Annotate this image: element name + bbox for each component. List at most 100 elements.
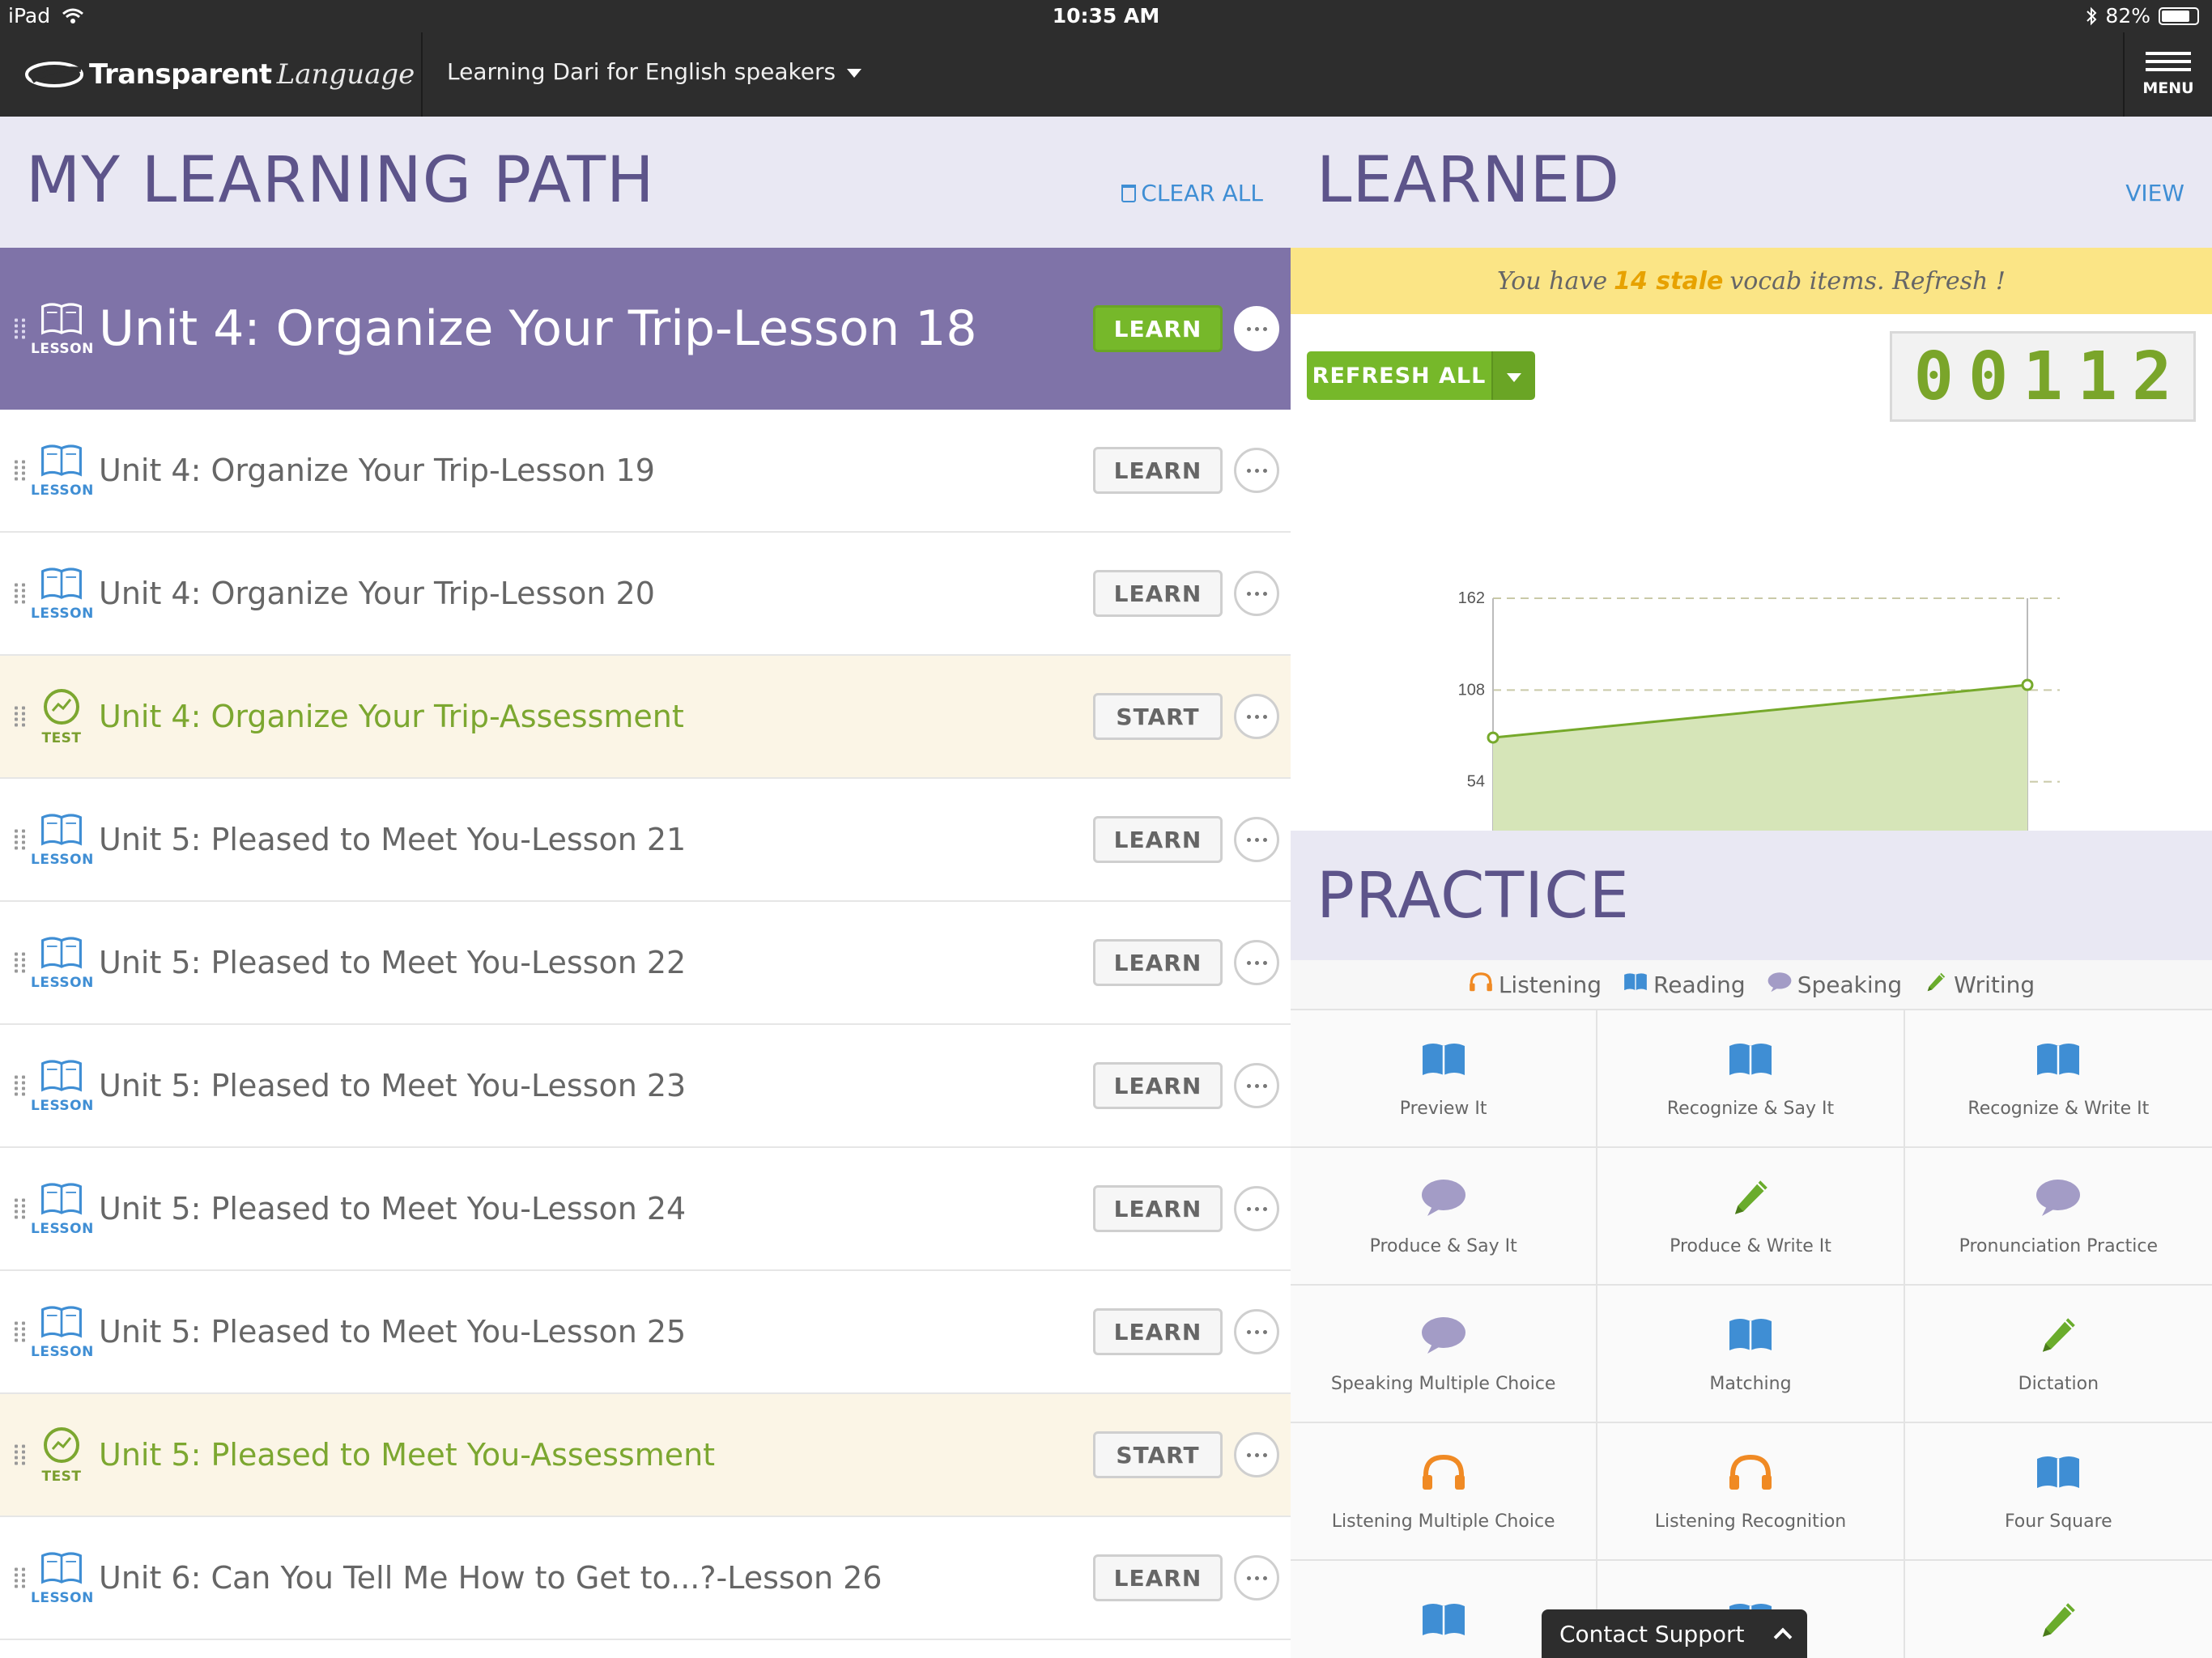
- practice-activity-tile[interactable]: Produce & Say It: [1291, 1148, 1598, 1286]
- item-type-label: LESSON: [31, 1221, 94, 1237]
- learn-button[interactable]: LEARN: [1093, 1185, 1223, 1232]
- learning-path-list: LESSON Unit 4: Organize Your Trip-Lesson …: [0, 248, 1291, 1640]
- more-options-button[interactable]: [1234, 940, 1279, 985]
- pencil-icon: [2034, 1314, 2082, 1359]
- practice-activity-tile[interactable]: Listening Recognition: [1597, 1423, 1905, 1561]
- learn-button[interactable]: LEARN: [1093, 1554, 1223, 1601]
- logo-text-bold: Transparent: [89, 58, 272, 91]
- learn-button[interactable]: LEARN: [1093, 939, 1223, 986]
- drag-handle-icon[interactable]: [15, 460, 26, 481]
- more-options-button[interactable]: [1234, 1186, 1279, 1231]
- practice-activity-tile[interactable]: Matching: [1597, 1286, 1905, 1423]
- transparent-language-logo[interactable]: Transparent Language: [24, 53, 415, 96]
- status-bar: iPad 10:35 AM 82%: [0, 0, 2212, 32]
- practice-activity-tile[interactable]: Pronunciation Practice: [1904, 1148, 2212, 1286]
- refresh-all-button[interactable]: REFRESH ALL: [1307, 351, 1491, 400]
- practice-activity-tile[interactable]: Speaking Multiple Choice: [1291, 1286, 1598, 1423]
- drag-handle-icon[interactable]: [15, 318, 26, 339]
- start-button[interactable]: START: [1093, 693, 1223, 740]
- learn-button[interactable]: LEARN: [1093, 1308, 1223, 1355]
- activity-label: Dictation: [2018, 1373, 2099, 1394]
- item-type-label: LESSON: [31, 606, 94, 622]
- practice-activity-tile[interactable]: Recognize & Write It: [1904, 1010, 2212, 1148]
- contact-support-label: Contact Support: [1559, 1620, 1745, 1647]
- refresh-options-button[interactable]: [1491, 351, 1535, 400]
- stale-banner[interactable]: You have 14 stale vocab items. Refresh !: [1291, 248, 2212, 314]
- activity-label: Pronunciation Practice: [1959, 1235, 2159, 1256]
- practice-activity-tile[interactable]: Dictation: [1904, 1286, 2212, 1423]
- learning-path-item[interactable]: LESSON Unit 6: Can You Tell Me How to Get…: [0, 1517, 1291, 1640]
- clear-all-button[interactable]: CLEAR ALL: [1121, 180, 1263, 206]
- more-options-button[interactable]: [1234, 817, 1279, 862]
- drag-handle-icon[interactable]: [15, 583, 26, 604]
- more-options-button[interactable]: [1234, 1555, 1279, 1601]
- menu-label: MENU: [2142, 79, 2194, 97]
- learning-path-item[interactable]: LESSON Unit 5: Pleased to Meet You-Lesson…: [0, 779, 1291, 902]
- learn-button[interactable]: LEARN: [1093, 447, 1223, 494]
- drag-handle-icon[interactable]: [15, 1198, 26, 1219]
- battery-icon: [2159, 6, 2199, 25]
- pencil-icon: [1726, 1176, 1775, 1222]
- refresh-all-group: REFRESH ALL: [1307, 351, 1535, 400]
- item-type-label: LESSON: [31, 341, 94, 357]
- more-options-button[interactable]: [1234, 1309, 1279, 1354]
- practice-activity-tile[interactable]: Produce & Write It: [1597, 1148, 1905, 1286]
- drag-handle-icon[interactable]: [15, 829, 26, 850]
- book-icon: [1419, 1599, 1468, 1644]
- learn-button[interactable]: LEARN: [1093, 570, 1223, 617]
- learning-path-item[interactable]: TEST Unit 4: Organize Your Trip-Assessmen…: [0, 656, 1291, 779]
- practice-activity-tile[interactable]: [1904, 1561, 2212, 1658]
- drag-handle-icon[interactable]: [15, 1075, 26, 1096]
- item-title[interactable]: Unit 6: Can You Tell Me How to Get to...…: [99, 1560, 882, 1596]
- more-options-button[interactable]: [1234, 306, 1279, 351]
- contact-support-button[interactable]: Contact Support: [1542, 1609, 1807, 1658]
- learn-button[interactable]: LEARN: [1093, 1062, 1223, 1109]
- more-options-button[interactable]: [1234, 1063, 1279, 1108]
- learning-path-item[interactable]: LESSON Unit 4: Organize Your Trip-Lesson …: [0, 533, 1291, 656]
- drag-handle-icon[interactable]: [15, 706, 26, 727]
- item-title[interactable]: Unit 5: Pleased to Meet You-Lesson 22: [99, 945, 686, 980]
- more-options-button[interactable]: [1234, 448, 1279, 493]
- practice-activity-tile[interactable]: Recognize & Say It: [1597, 1010, 1905, 1148]
- learning-path-item[interactable]: LESSON Unit 5: Pleased to Meet You-Lesson…: [0, 1148, 1291, 1271]
- item-title[interactable]: Unit 4: Organize Your Trip-Assessment: [99, 699, 684, 734]
- item-title[interactable]: Unit 4: Organize Your Trip-Lesson 18: [99, 300, 977, 357]
- learning-path-item[interactable]: LESSON Unit 5: Pleased to Meet You-Lesson…: [0, 902, 1291, 1025]
- drag-handle-icon[interactable]: [15, 1444, 26, 1465]
- course-selector[interactable]: Learning Dari for English speakers: [447, 58, 862, 85]
- view-link[interactable]: VIEW: [2125, 180, 2184, 206]
- item-title[interactable]: Unit 5: Pleased to Meet You-Assessment: [99, 1437, 715, 1473]
- item-title[interactable]: Unit 5: Pleased to Meet You-Lesson 23: [99, 1068, 686, 1103]
- book-icon: [1726, 1039, 1775, 1084]
- learning-path-item[interactable]: LESSON Unit 4: Organize Your Trip-Lesson …: [0, 248, 1291, 410]
- learn-button[interactable]: LEARN: [1093, 816, 1223, 863]
- item-title[interactable]: Unit 4: Organize Your Trip-Lesson 19: [99, 453, 655, 488]
- practice-activity-tile[interactable]: Listening Multiple Choice: [1291, 1423, 1598, 1561]
- drag-handle-icon[interactable]: [15, 1567, 26, 1588]
- item-title[interactable]: Unit 5: Pleased to Meet You-Lesson 25: [99, 1314, 686, 1350]
- item-title[interactable]: Unit 5: Pleased to Meet You-Lesson 24: [99, 1191, 686, 1226]
- learning-path-item[interactable]: LESSON Unit 5: Pleased to Meet You-Lesson…: [0, 1271, 1291, 1394]
- skill-speaking: Speaking: [1767, 971, 1902, 999]
- learning-path-item[interactable]: TEST Unit 5: Pleased to Meet You-Assessme…: [0, 1394, 1291, 1517]
- drag-handle-icon[interactable]: [15, 952, 26, 973]
- start-button[interactable]: START: [1093, 1431, 1223, 1478]
- item-title[interactable]: Unit 5: Pleased to Meet You-Lesson 21: [99, 822, 686, 857]
- pencil-icon: [1923, 971, 1949, 999]
- more-options-button[interactable]: [1234, 1432, 1279, 1477]
- more-options-button[interactable]: [1234, 694, 1279, 739]
- learn-button[interactable]: LEARN: [1093, 305, 1223, 352]
- practice-activity-tile[interactable]: Four Square: [1904, 1423, 2212, 1561]
- skill-legend: Listening Reading Speaking Writing: [1291, 960, 2212, 1010]
- speech-bubble-icon: [1419, 1176, 1468, 1222]
- drag-handle-icon[interactable]: [15, 1321, 26, 1342]
- more-options-button[interactable]: [1234, 571, 1279, 616]
- learning-path-item[interactable]: LESSON Unit 4: Organize Your Trip-Lesson …: [0, 410, 1291, 533]
- menu-button[interactable]: MENU: [2123, 32, 2212, 117]
- learning-path-item[interactable]: LESSON Unit 5: Pleased to Meet You-Lesson…: [0, 1025, 1291, 1148]
- activity-label: Preview It: [1399, 1098, 1487, 1119]
- book-icon: [2034, 1039, 2082, 1084]
- learned-counter: 00112: [1890, 331, 2196, 422]
- item-title[interactable]: Unit 4: Organize Your Trip-Lesson 20: [99, 576, 655, 611]
- practice-activity-tile[interactable]: Preview It: [1291, 1010, 1598, 1148]
